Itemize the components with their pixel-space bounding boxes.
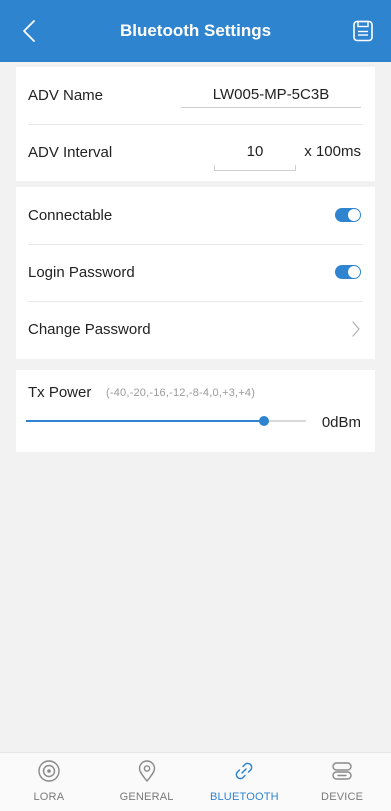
adv-interval-input[interactable]: 10 [214,143,296,164]
back-chevron-icon[interactable] [18,18,42,44]
adv-name-row: ADV Name LW005-MP-5C3B [16,67,375,124]
nav-label-lora: LORA [33,791,65,803]
toggle-knob [348,209,360,221]
lora-icon [38,760,60,782]
login-password-label: Login Password [28,264,135,281]
nav-item-bluetooth[interactable]: BLUETOOTH [196,753,294,811]
location-pin-icon [138,760,155,782]
screen: Bluetooth Settings ADV Name LW005-MP-5C3… [0,0,391,811]
link-icon [236,762,253,780]
adv-interval-underline [214,165,296,171]
login-password-toggle[interactable] [335,265,361,279]
change-password-label: Change Password [28,321,151,338]
nav-item-device[interactable]: DEVICE [293,753,391,811]
change-password-row[interactable]: Change Password [16,301,375,358]
login-password-row: Login Password [16,244,375,301]
tx-power-card: Tx Power (-40,-20,-16,-12,-8-4,0,+3,+4) … [16,370,375,452]
adv-interval-unit: x 100ms [304,143,361,160]
connection-card: Connectable Login Password Change Passwo… [16,187,375,359]
nav-item-lora[interactable]: LORA [0,753,98,811]
adv-interval-label: ADV Interval [28,144,113,161]
slider-fill [26,420,264,422]
nav-item-general[interactable]: GENERAL [98,753,196,811]
top-bar: Bluetooth Settings [0,0,391,62]
tx-power-slider[interactable] [26,414,306,428]
tx-power-range-hint: (-40,-20,-16,-12,-8-4,0,+3,+4) [106,387,256,399]
adv-name-input[interactable]: LW005-MP-5C3B [181,86,361,108]
save-icon[interactable] [351,19,375,43]
tx-power-label: Tx Power [28,384,92,401]
page-title: Bluetooth Settings [119,21,272,40]
toggle-knob [348,266,360,278]
adv-interval-row: ADV Interval 10 x 100ms [16,124,375,181]
connectable-label: Connectable [28,207,113,224]
slider-thumb[interactable] [259,416,269,426]
chevron-right-icon [352,321,360,337]
tx-power-value: 0dBm [321,414,361,431]
nav-label-bluetooth: BLUETOOTH [209,791,279,803]
nav-label-device: DEVICE [321,791,364,803]
adv-name-label: ADV Name [28,87,104,104]
connectable-row: Connectable [16,187,375,244]
adv-settings-card: ADV Name LW005-MP-5C3B ADV Interval 10 x… [16,67,375,181]
bottom-nav: LORA GENERAL BLUETOOTH DEVICE [0,752,391,811]
nav-label-general: GENERAL [119,791,174,803]
device-icon [332,762,352,780]
connectable-toggle[interactable] [335,208,361,222]
